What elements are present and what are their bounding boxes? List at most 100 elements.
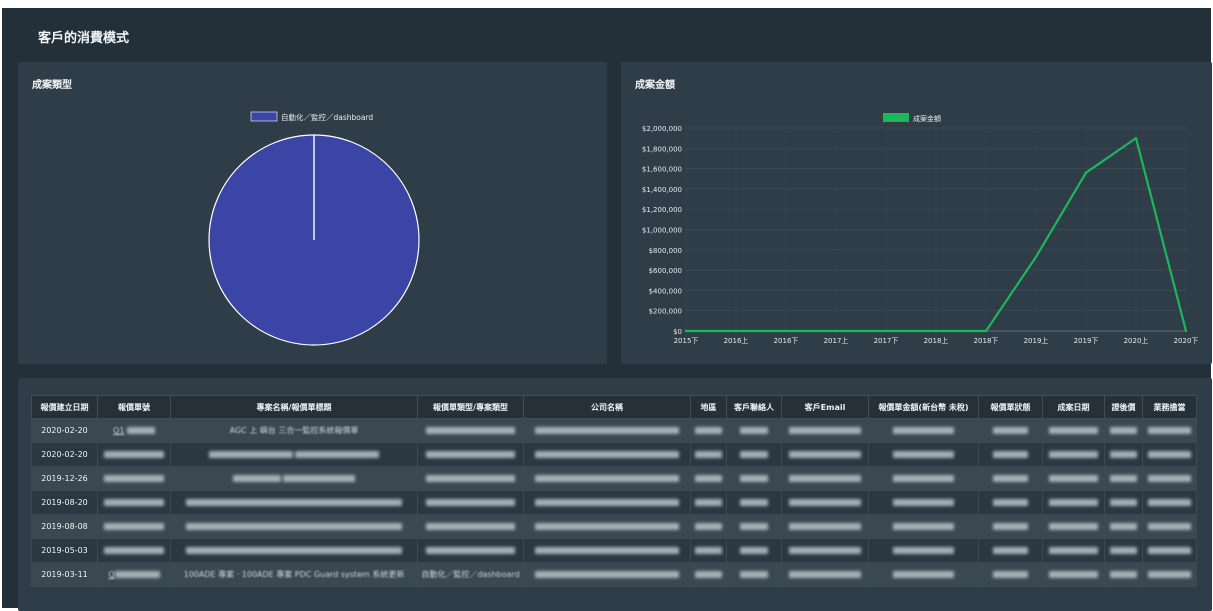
y-tick-label: $1,800,000: [642, 145, 682, 153]
cell-amount: [868, 418, 979, 443]
y-tick-label: $1,200,000: [642, 206, 682, 214]
cell-sales-rep: [1142, 466, 1197, 491]
cell-amount: [868, 562, 979, 587]
x-tick-label: 2015下: [674, 337, 699, 345]
cell-deal-date: [1042, 514, 1105, 539]
cell-status: [978, 442, 1043, 467]
col-header-project-name[interactable]: 專案名稱/報價單標題: [170, 395, 418, 419]
cell-quote-no[interactable]: [97, 514, 171, 539]
data-point[interactable]: [984, 329, 988, 333]
y-tick-label: $1,000,000: [642, 227, 682, 235]
col-header-quote-type[interactable]: 報價單類型/專案類型: [417, 395, 524, 419]
quote-no-link[interactable]: Q1: [113, 426, 124, 435]
cell-deal-date: [1042, 466, 1105, 491]
pie-slices[interactable]: [208, 134, 420, 346]
data-point[interactable]: [1184, 329, 1188, 333]
cell-sales-rep: [1142, 442, 1197, 467]
cell-status: [978, 562, 1043, 587]
page-title: 客戶的消費模式: [38, 31, 130, 46]
data-point[interactable]: [684, 329, 688, 333]
deal-amount-panel: 成案金額 成案金額 $0 $200,000 $400,000 $600,000 $800,…: [621, 62, 1212, 364]
data-point[interactable]: [1084, 171, 1088, 174]
cell-sales-rep: [1142, 538, 1197, 563]
cell-status: [978, 418, 1043, 443]
data-point[interactable]: [884, 329, 888, 333]
cell-company: [523, 442, 691, 467]
col-header-deal-date[interactable]: 成案日期: [1042, 395, 1105, 419]
cell-company: [523, 490, 691, 515]
cell-company: [523, 418, 691, 443]
table-row[interactable]: 2019-03-11 Q 100ADE 專案 · 100ADE 專案 PDC G…: [31, 562, 1197, 587]
x-tick-label: 2018下: [974, 337, 999, 345]
cell-contact: [726, 514, 782, 539]
y-tick-label: $2,000,000: [642, 125, 682, 133]
cell-post-price: [1104, 490, 1143, 515]
cell-company: [523, 538, 691, 563]
x-tick-label: 2018上: [924, 336, 949, 345]
col-header-amount[interactable]: 報價單金額(新台幣 未稅): [868, 395, 979, 419]
cell-company: [523, 562, 691, 587]
cell-quote-no[interactable]: [97, 490, 171, 515]
data-point[interactable]: [784, 329, 788, 333]
project-name-text: AGC 上 嶼台 三合一監控系統報價單: [229, 426, 359, 435]
col-header-created-date[interactable]: 報價建立日期: [31, 395, 98, 419]
cell-deal-date: [1042, 538, 1105, 563]
quote-no-link[interactable]: Q: [108, 570, 114, 579]
dashboard-frame: 客戶的消費模式 成案類型 自動化／監控／dashboard 成案金額 成案金額 $…: [2, 8, 1212, 611]
y-tick-label: $800,000: [649, 247, 682, 255]
cell-amount: [868, 442, 979, 467]
col-header-company[interactable]: 公司名稱: [523, 395, 691, 419]
col-header-contact[interactable]: 客戶聯絡人: [726, 395, 782, 419]
cell-email: [781, 514, 869, 539]
data-point[interactable]: [1034, 255, 1038, 259]
table-row[interactable]: 2019-08-08: [31, 514, 1197, 539]
cell-sales-rep: [1142, 490, 1197, 515]
line-legend-label: 成案金額: [913, 114, 941, 123]
data-point[interactable]: [934, 329, 938, 333]
quotation-table-panel: 報價建立日期 報價單號 專案名稱/報價單標題 報價單類型/專案類型 公司名稱 地…: [18, 378, 1212, 611]
pie-legend-label: 自動化／監控／dashboard: [281, 112, 373, 122]
data-point[interactable]: [734, 329, 738, 333]
col-header-region[interactable]: 地區: [690, 395, 727, 419]
cell-quote-no[interactable]: [97, 466, 171, 491]
col-header-sales-rep[interactable]: 業務擔當: [1142, 395, 1197, 419]
data-point[interactable]: [1134, 136, 1138, 140]
cell-status: [978, 514, 1043, 539]
cell-project-name: [170, 490, 418, 515]
x-tick-label: 2019下: [1074, 337, 1099, 345]
cell-created-date: 2019-08-20: [31, 490, 98, 515]
cell-email: [781, 490, 869, 515]
pie-legend[interactable]: 自動化／監控／dashboard: [250, 111, 373, 122]
col-header-post-price[interactable]: 證後價: [1104, 395, 1143, 419]
table-row[interactable]: 2019-08-20: [31, 490, 1197, 515]
cell-created-date: 2019-05-03: [31, 538, 98, 563]
cell-quote-no[interactable]: [97, 538, 171, 563]
line-legend-swatch: [883, 113, 909, 122]
cell-amount: [868, 514, 979, 539]
col-header-email[interactable]: 客戶Email: [781, 395, 869, 419]
table-row[interactable]: 2020-02-20: [31, 442, 1197, 467]
table-row[interactable]: 2019-12-26: [31, 466, 1197, 491]
cell-contact: [726, 418, 782, 443]
cell-quote-no[interactable]: Q1: [97, 418, 171, 443]
table-row[interactable]: 2019-05-03: [31, 538, 1197, 563]
data-point[interactable]: [834, 329, 838, 333]
cell-quote-type: 自動化／監控／dashboard: [417, 562, 524, 587]
quote-type-text: 自動化／監控／dashboard: [421, 570, 520, 579]
y-tick-label: $1,600,000: [642, 166, 682, 174]
cell-email: [781, 466, 869, 491]
cell-post-price: [1104, 466, 1143, 491]
x-tick-label: 2016下: [774, 337, 799, 345]
cell-contact: [726, 442, 782, 467]
line-legend[interactable]: 成案金額: [883, 113, 941, 123]
cell-quote-type: [417, 418, 524, 443]
cell-quote-no[interactable]: [97, 442, 171, 467]
cell-contact: [726, 466, 782, 491]
cell-created-date: 2020-02-20: [31, 442, 98, 467]
col-header-quote-no[interactable]: 報價單號: [97, 395, 171, 419]
cell-post-price: [1104, 562, 1143, 587]
col-header-status[interactable]: 報價單狀態: [978, 395, 1043, 419]
cell-quote-no[interactable]: Q: [97, 562, 171, 587]
table-row[interactable]: 2020-02-20 Q1 AGC 上 嶼台 三合一監控系統報價單: [31, 418, 1197, 443]
cell-post-price: [1104, 514, 1143, 539]
